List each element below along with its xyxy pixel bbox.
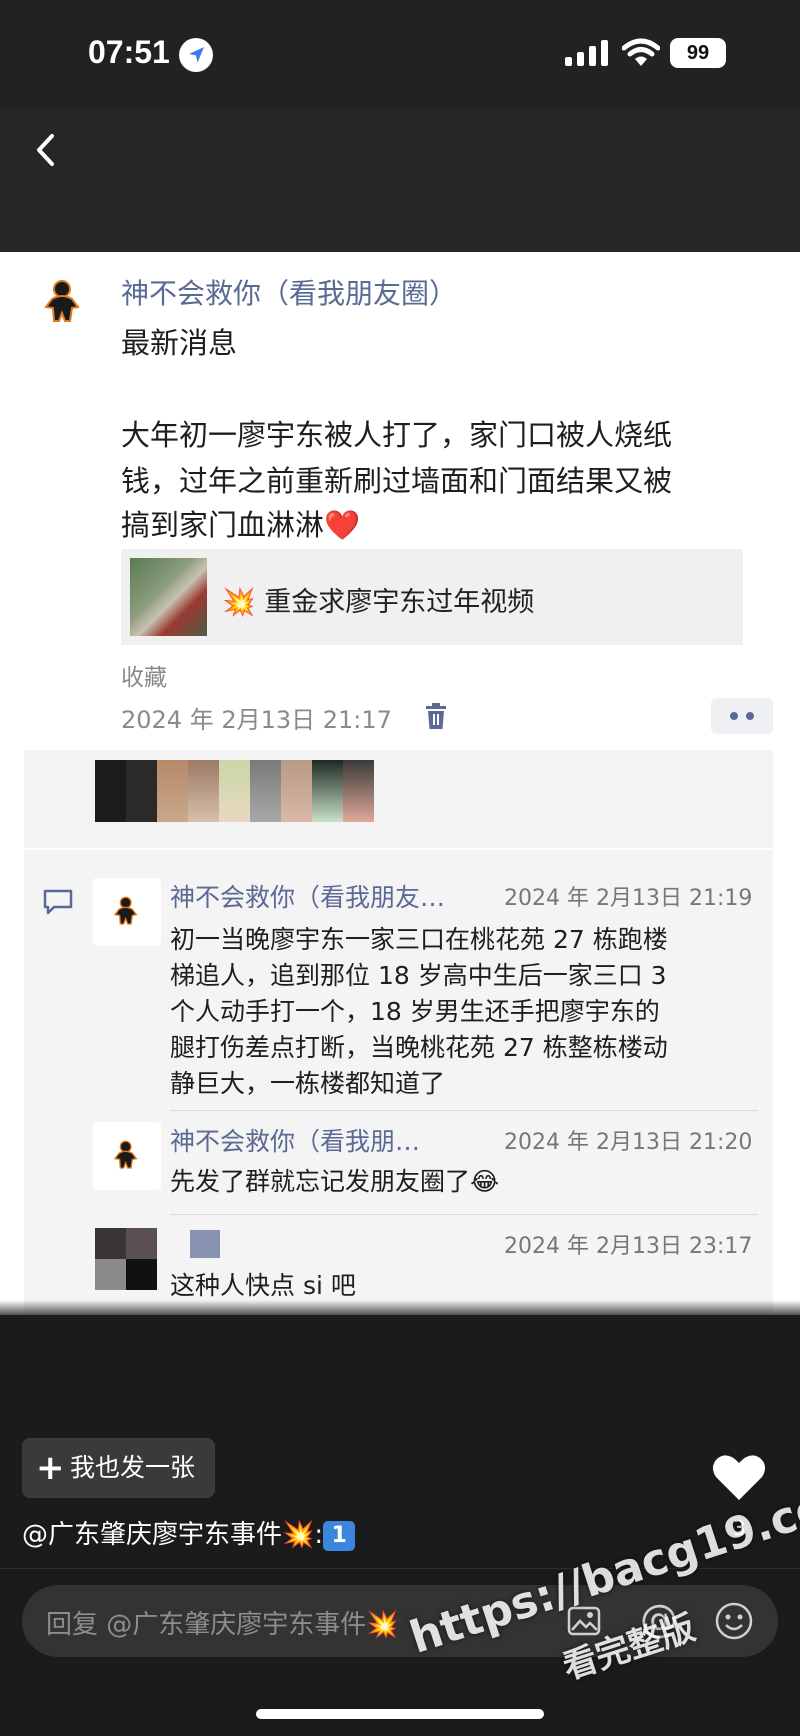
trash-icon[interactable] [424,702,448,730]
comment-text-line: 个人动手打一个，18 岁男生还手把廖宇东的 [170,997,660,1026]
wifi-icon [622,38,660,66]
link-title-text: 重金求廖宇东过年视频 [264,587,535,618]
topic-label: @广东肇庆廖宇东事件💥: [22,1520,324,1550]
collision-emoji-icon: 💥 [222,587,256,618]
reply-placeholder: 回复 @广东肇庆廖宇东事件💥 [46,1610,399,1640]
author-avatar[interactable] [34,273,94,333]
topic-number-badge: 1 [323,1520,356,1551]
add-one-label: 我也发一张 [70,1453,196,1482]
status-time: 07:51 [88,34,170,70]
emoji-smile-icon[interactable] [714,1601,754,1641]
post-text-line: 钱，过年之前重新刷过墙面和门面结果又被 [121,464,673,498]
post-text-line: 最新消息 [121,326,238,360]
back-chevron-icon[interactable] [30,128,60,172]
comment-text-line: 梯追人，追到那位 18 岁高中生后一家三口 3 [170,961,667,990]
commenter-name[interactable]: 神不会救你（看我朋… [170,1122,420,1158]
post-author-name[interactable]: 神不会救你（看我朋友圈） [121,272,457,312]
link-thumbnail [130,558,207,636]
comment-text-line: 腿打伤差点打断，当晚桃花苑 27 栋整栋楼动 [170,1033,668,1062]
cellular-signal-icon [565,40,608,66]
add-one-button[interactable]: + 我也发一张 [22,1438,215,1498]
heart-icon[interactable] [711,1452,767,1502]
home-indicator[interactable] [256,1709,544,1719]
comment-timestamp: 2024 年 2月13日 21:20 [504,1130,753,1155]
post-text-line: 大年初一廖宇东被人打了，家门口被人烧纸 [121,418,673,452]
comment-timestamp: 2024 年 2月13日 21:19 [504,886,753,911]
commenter-name-blurred [190,1230,220,1258]
comment-text-line: 初一当晚廖宇东一家三口在桃花苑 27 栋跑楼 [170,925,668,954]
post-text-line: 搞到家门血淋淋❤️ [121,508,361,542]
comment-text-line: 先发了群就忘记发朋友圈了😂 [170,1167,500,1196]
post-timestamp: 2024 年 2月13日 21:17 [121,706,392,734]
nav-bar [0,110,800,252]
battery-icon: 99 [670,38,726,68]
comment-text-line: 静巨大，一栋楼都知道了 [170,1069,446,1098]
dot-icon [746,712,754,720]
location-arrow-icon [179,38,213,72]
comment-timestamp: 2024 年 2月13日 23:17 [504,1234,753,1259]
comment-divider [170,1110,758,1111]
plus-icon: + [36,1448,65,1488]
commenter-avatar[interactable] [93,878,161,946]
favorite-label: 收藏 [121,665,167,691]
comment-divider [170,1214,758,1215]
more-options-button[interactable] [711,698,773,734]
link-title: 💥 重金求廖宇东过年视频 [222,580,534,619]
card-edge-fade [0,1300,800,1320]
commenter-avatar[interactable] [93,1122,161,1190]
comment-bubble-icon [43,889,73,915]
comment-text-line: 这种人快点 si 吧 [170,1271,356,1300]
commenter-name[interactable]: 神不会救你（看我朋友… [170,878,445,914]
dot-icon [730,712,738,720]
commenter-avatar-blurred[interactable] [95,1228,157,1290]
liker-avatars-blurred [95,760,374,822]
topic-text[interactable]: @广东肇庆廖宇东事件💥: 1 [22,1514,356,1551]
